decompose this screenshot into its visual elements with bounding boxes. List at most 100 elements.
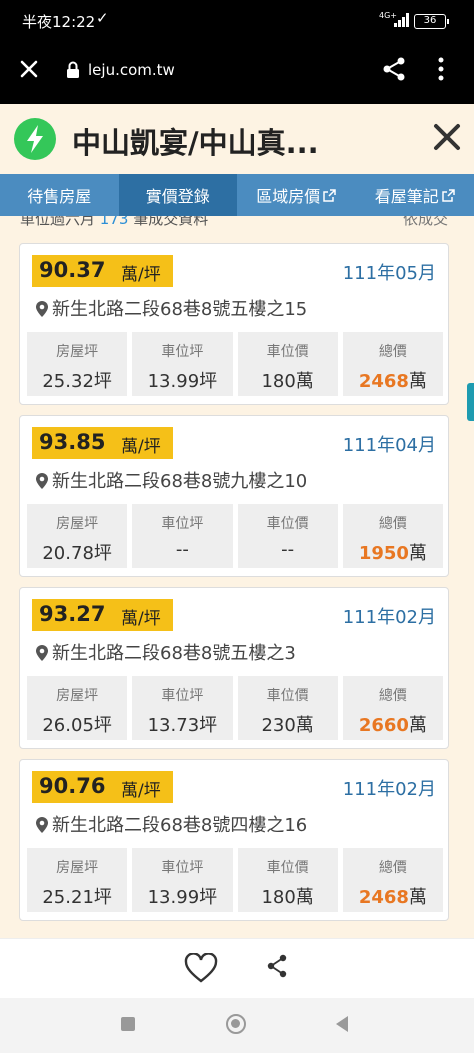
location-pin-icon [36, 301, 48, 317]
address: 新生北路二段68巷8號九樓之10 [36, 467, 307, 493]
summary-prefix: 車位過六月 [20, 216, 96, 228]
transaction-card[interactable]: 93.27 萬/坪 111年02月 新生北路二段68巷8號五樓之3 房屋坪 26.… [19, 587, 449, 749]
transaction-date: 111年02月 [342, 607, 436, 628]
stats-row: 房屋坪 25.32坪 車位坪 13.99坪 車位價 180萬 總價 2468萬 [27, 332, 443, 396]
status-time: 半夜12:22 [22, 13, 96, 31]
stat-house-area: 房屋坪 25.32坪 [27, 332, 128, 396]
stat-value: 20.78坪 [42, 543, 112, 564]
stat-label: 總價 [378, 344, 407, 360]
back-icon[interactable] [334, 1015, 350, 1033]
stat-parking-area: 車位坪 13.73坪 [132, 676, 233, 740]
heart-icon[interactable] [184, 953, 218, 983]
battery-icon: 36 [414, 14, 449, 29]
address: 新生北路二段68巷8號四樓之16 [36, 811, 307, 837]
total-price-unit: 萬 [408, 887, 427, 908]
stat-label: 總價 [378, 688, 407, 704]
transaction-card[interactable]: 90.37 萬/坪 111年05月 新生北路二段68巷8號五樓之15 房屋坪 25… [19, 243, 449, 405]
total-price-value: 2660 [358, 715, 409, 736]
page-title: 中山凱宴/中山真... [72, 126, 319, 160]
stat-label: 車位價 [266, 516, 309, 532]
address: 新生北路二段68巷8號五樓之3 [36, 639, 296, 665]
stat-total-price: 總價 2468萬 [342, 332, 443, 396]
stat-value: -- [281, 539, 295, 560]
stat-label: 房屋坪 [56, 344, 99, 360]
stat-value: 25.32坪 [42, 371, 112, 392]
unit-price-badge: 93.85 萬/坪 [32, 427, 173, 459]
stat-house-area: 房屋坪 20.78坪 [27, 504, 128, 568]
tab-label: 待售房屋 [27, 187, 92, 206]
stat-label: 房屋坪 [56, 516, 99, 532]
page-header: 中山凱宴/中山真... [0, 104, 474, 174]
scroll-indicator[interactable] [467, 383, 474, 421]
stat-label: 車位價 [266, 344, 309, 360]
unit-price-badge: 90.37 萬/坪 [32, 255, 173, 287]
stat-value: 26.05坪 [42, 715, 112, 736]
close-icon[interactable] [17, 57, 41, 81]
external-link-icon [442, 188, 455, 202]
tab-viewing-notes[interactable]: 看屋筆記 [356, 174, 474, 216]
stat-label: 房屋坪 [56, 860, 99, 876]
lightning-logo-icon [14, 118, 56, 160]
unit-price: 90.37 [39, 258, 106, 282]
stat-value: 180萬 [261, 887, 314, 908]
tab-label: 區域房價 [256, 187, 321, 206]
result-summary: 車位過六月 173 筆成交資料 [20, 216, 208, 229]
stat-parking-area: 車位坪 -- [132, 504, 233, 568]
stats-row: 房屋坪 20.78坪 車位坪 -- 車位價 -- 總價 1950萬 [27, 504, 443, 568]
more-options-icon[interactable] [436, 56, 446, 82]
stat-parking-area: 車位坪 13.99坪 [132, 848, 233, 912]
home-icon[interactable] [226, 1014, 246, 1034]
total-price-unit: 萬 [408, 715, 427, 736]
stat-total-price: 總價 2660萬 [342, 676, 443, 740]
stat-parking-price: 車位價 230萬 [237, 676, 338, 740]
bottom-action-bar [0, 938, 474, 998]
unit-price: 90.76 [39, 774, 106, 798]
tab-area-price[interactable]: 區域房價 [237, 174, 356, 216]
location-pin-icon [36, 473, 48, 489]
transaction-date: 111年02月 [342, 779, 436, 800]
stat-parking-price: 車位價 -- [237, 504, 338, 568]
total-price-value: 2468 [358, 371, 409, 392]
status-bar: 半夜12:22 ✓ 4G+ 36 [0, 0, 474, 42]
stat-label: 車位坪 [161, 516, 204, 532]
recent-apps-icon[interactable] [121, 1017, 135, 1031]
unit-price-unit: 萬/坪 [121, 265, 161, 285]
stat-value: 230萬 [261, 715, 314, 736]
share-icon[interactable] [381, 56, 407, 82]
stat-label: 車位價 [266, 688, 309, 704]
stat-label: 車位坪 [161, 688, 204, 704]
address-text: 新生北路二段68巷8號五樓之15 [52, 299, 308, 320]
transaction-card[interactable]: 93.85 萬/坪 111年04月 新生北路二段68巷8號九樓之10 房屋坪 20… [19, 415, 449, 577]
transaction-list[interactable]: 車位過六月 173 筆成交資料 依成交 90.37 萬/坪 111年05月 新生… [0, 216, 474, 938]
unit-price-unit: 萬/坪 [121, 781, 161, 801]
check-icon: ✓ [96, 9, 109, 27]
share-icon[interactable] [266, 954, 288, 978]
url-text[interactable]: leju.com.tw [88, 61, 175, 79]
stat-parking-area: 車位坪 13.99坪 [132, 332, 233, 396]
unit-price: 93.85 [39, 430, 106, 454]
stats-row: 房屋坪 25.21坪 車位坪 13.99坪 車位價 180萬 總價 2468萬 [27, 848, 443, 912]
close-icon[interactable] [432, 122, 462, 152]
stat-label: 總價 [378, 860, 407, 876]
location-pin-icon [36, 645, 48, 661]
stats-row: 房屋坪 26.05坪 車位坪 13.73坪 車位價 230萬 總價 2660萬 [27, 676, 443, 740]
transaction-card[interactable]: 90.76 萬/坪 111年02月 新生北路二段68巷8號四樓之16 房屋坪 25… [19, 759, 449, 921]
tab-for-sale[interactable]: 待售房屋 [0, 174, 119, 216]
stat-value: -- [175, 539, 189, 560]
total-price-value: 1950 [358, 543, 409, 564]
summary-suffix: 筆成交資料 [133, 216, 209, 228]
stat-house-area: 房屋坪 25.21坪 [27, 848, 128, 912]
stat-label: 車位價 [266, 860, 309, 876]
unit-price: 93.27 [39, 602, 106, 626]
summary-count: 173 [99, 216, 129, 228]
stat-total-price: 總價 2468萬 [342, 848, 443, 912]
unit-price-badge: 90.76 萬/坪 [32, 771, 173, 803]
tab-actual-price[interactable]: 實價登錄 [118, 174, 237, 216]
stat-parking-price: 車位價 180萬 [237, 848, 338, 912]
tab-bar: 待售房屋 實價登錄 區域房價 看屋筆記 [0, 174, 474, 216]
stat-value: 13.99坪 [147, 371, 218, 392]
sort-label[interactable]: 依成交 [403, 216, 448, 229]
total-price-unit: 萬 [408, 543, 427, 564]
tab-label: 實價登錄 [145, 187, 210, 206]
stat-value: 25.21坪 [42, 887, 112, 908]
